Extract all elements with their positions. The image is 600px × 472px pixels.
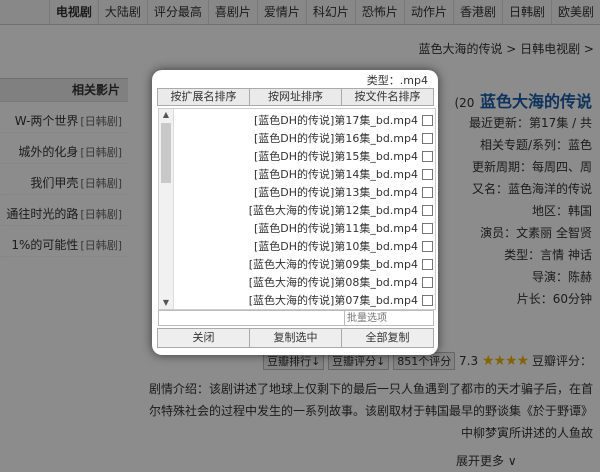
- file-name: [蓝色DH的传说]第10集_bd.mp4: [254, 240, 418, 253]
- file-row[interactable]: [蓝色DH的传说]第14集_bd.mp4: [254, 165, 433, 183]
- file-list-dialog: 类型：.mp4 按文件名排序 按网址排序 按扩展名排序 ▲ ▼ [蓝色DH的传说…: [152, 70, 438, 355]
- file-row[interactable]: [蓝色DH的传说]第16集_bd.mp4: [254, 129, 433, 147]
- file-row[interactable]: [蓝色大海的传说]第07集_bd.mp4: [249, 291, 433, 309]
- file-row[interactable]: [蓝色大海的传说]第09集_bd.mp4: [249, 255, 433, 273]
- copy-selected-button[interactable]: 复制选中: [249, 328, 342, 348]
- file-row[interactable]: [蓝色DH的传说]第10集_bd.mp4: [254, 237, 433, 255]
- file-name: [蓝色大海的传说]第08集_bd.mp4: [248, 276, 418, 289]
- file-row[interactable]: [蓝色DH的传说]第11集_bd.mp4: [254, 219, 433, 237]
- file-row[interactable]: [蓝色DH的传说]第13集_bd.mp4: [254, 183, 433, 201]
- file-type-label: 类型：.mp4: [366, 74, 428, 87]
- file-name: [蓝色DH的传说]第11集_bd.mp4: [254, 222, 418, 235]
- file-checkbox[interactable]: [422, 150, 433, 162]
- sort-by-url-button[interactable]: 按网址排序: [249, 88, 342, 106]
- file-checkbox[interactable]: [422, 222, 433, 234]
- file-checkbox[interactable]: [422, 240, 433, 252]
- close-button[interactable]: 关闭: [157, 328, 250, 348]
- file-name: [蓝色DH的传说]第17集_bd.mp4: [254, 114, 418, 127]
- file-name: [蓝色DH的传说]第15集_bd.mp4: [254, 150, 418, 163]
- file-checkbox[interactable]: [422, 186, 433, 198]
- file-name: [蓝色大海的传说]第09集_bd.mp4: [248, 258, 418, 271]
- file-list-scrollbar[interactable]: ▲ ▼: [159, 109, 174, 309]
- file-name: [蓝色大海的传说]第07集_bd.mp4: [248, 294, 418, 307]
- file-name: [蓝色DH的传说]第16集_bd.mp4: [254, 132, 418, 145]
- scroll-thumb[interactable]: [161, 123, 171, 183]
- scroll-down-icon[interactable]: ▼: [159, 297, 173, 309]
- file-row[interactable]: [蓝色大海的传说]第08集_bd.mp4: [249, 273, 433, 291]
- file-checkbox[interactable]: [422, 168, 433, 180]
- filter-field[interactable]: [158, 310, 344, 326]
- file-checkbox[interactable]: [422, 276, 433, 288]
- sort-bar: 按文件名排序 按网址排序 按扩展名排序: [157, 88, 434, 106]
- file-checkbox[interactable]: [422, 132, 433, 144]
- file-row[interactable]: [蓝色DH的传说]第15集_bd.mp4: [254, 147, 433, 165]
- file-checkbox[interactable]: [422, 114, 433, 126]
- dialog-buttons: 全部复制 复制选中 关闭: [157, 328, 434, 348]
- filter-input[interactable]: [344, 310, 434, 326]
- filter-row: [158, 310, 434, 326]
- file-checkbox[interactable]: [422, 204, 433, 216]
- copy-all-button[interactable]: 全部复制: [341, 328, 434, 348]
- sort-by-filename-button[interactable]: 按文件名排序: [341, 88, 434, 106]
- file-checkbox[interactable]: [422, 258, 433, 270]
- file-list: ▲ ▼ [蓝色DH的传说]第17集_bd.mp4 [蓝色DH的传说]第16集_bd…: [158, 108, 436, 310]
- sort-by-extension-button[interactable]: 按扩展名排序: [157, 88, 250, 106]
- file-checkbox[interactable]: [422, 294, 433, 306]
- file-row[interactable]: [蓝色大海的传说]第12集_bd.mp4: [249, 201, 433, 219]
- file-name: [蓝色大海的传说]第12集_bd.mp4: [248, 204, 418, 217]
- scroll-up-icon[interactable]: ▲: [159, 109, 173, 121]
- file-row[interactable]: [蓝色DH的传说]第17集_bd.mp4: [254, 111, 433, 129]
- file-name: [蓝色DH的传说]第14集_bd.mp4: [254, 168, 418, 181]
- file-name: [蓝色DH的传说]第13集_bd.mp4: [254, 186, 418, 199]
